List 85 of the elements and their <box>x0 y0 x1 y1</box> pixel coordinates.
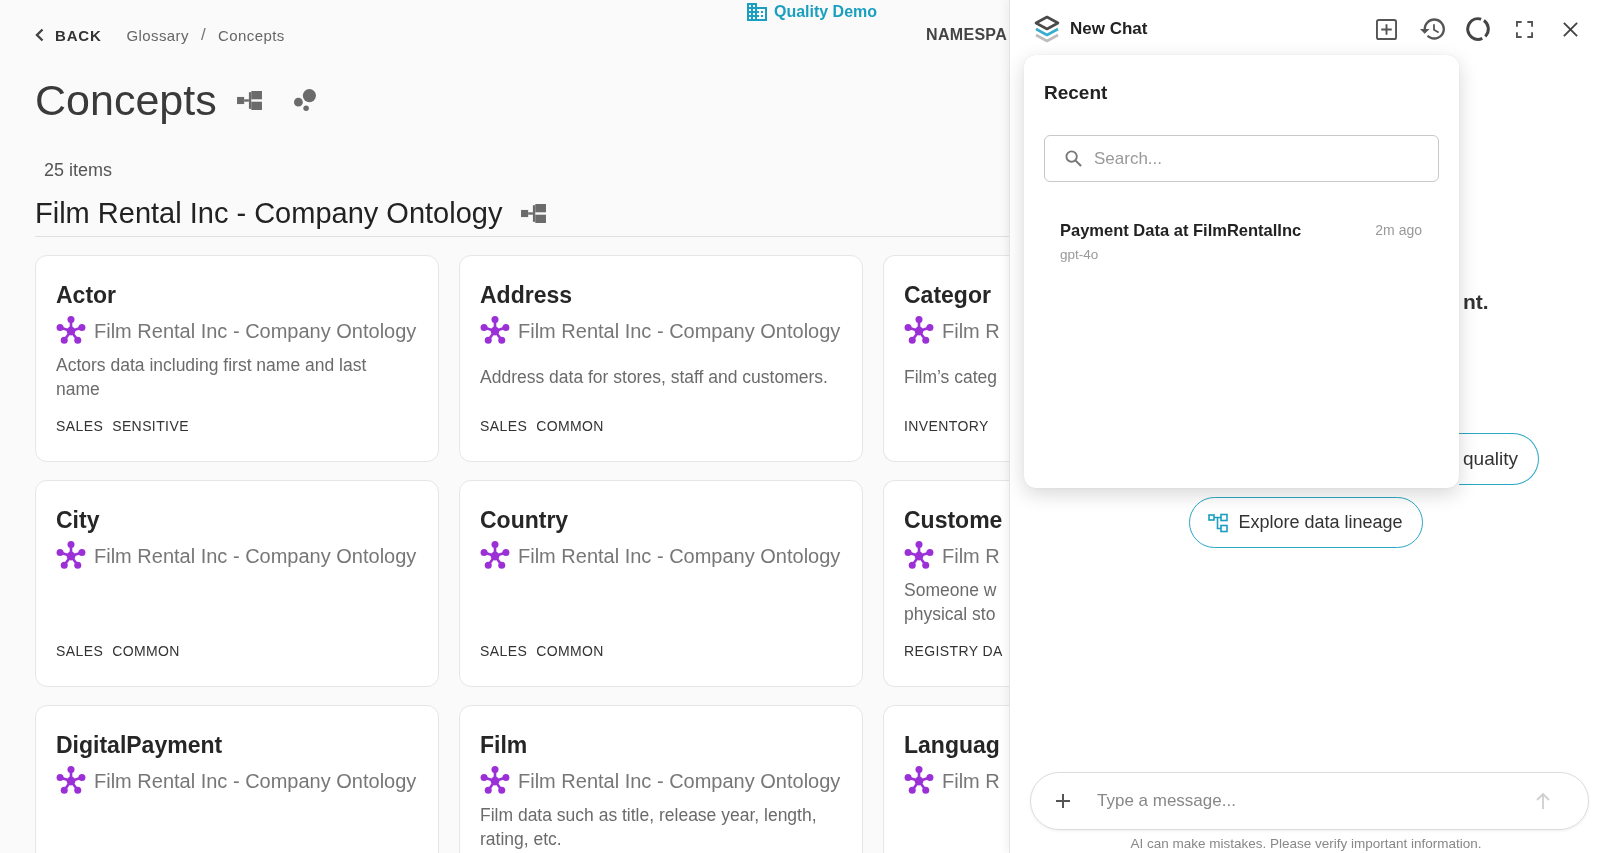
concept-title: Categor <box>904 281 991 310</box>
item-count: 25 items <box>43 159 113 182</box>
concept-title: City <box>56 506 100 535</box>
breadcrumb-link[interactable]: Concepts <box>218 26 285 44</box>
concept-card[interactable]: Custome Film R Someone w physical sto REGISTRY DA <box>883 480 1009 687</box>
chat-history-title[interactable]: Payment Data at FilmRentalInc <box>1060 219 1302 241</box>
disclaimer-text: AI can make mistakes. Please verify important information. <box>1130 835 1482 853</box>
namespace-button[interactable]: NAMESPA <box>926 26 1007 44</box>
lineage-icon <box>1208 512 1229 533</box>
concept-card[interactable]: Languag Film R <box>883 705 1009 853</box>
network-icon <box>904 316 934 346</box>
concept-description: Film’s categ <box>904 366 998 389</box>
concept-title: Country <box>480 506 569 535</box>
ontology-name: Film R <box>942 319 1000 343</box>
tag: COMMON <box>112 641 180 661</box>
search-icon <box>1065 150 1082 167</box>
ontology-name: Film Rental Inc - Company Ontology <box>94 319 417 343</box>
tag: SALES <box>56 641 104 661</box>
plus-square-icon[interactable] <box>1375 18 1397 40</box>
tag: INVENTORY <box>904 416 989 436</box>
suggestion-chip[interactable]: Explore data lineage <box>1189 497 1423 548</box>
suggestion-chip[interactable]: quality <box>1459 433 1539 485</box>
concept-card[interactable]: Country Film Rental Inc - Company Ontology SALES COMMON <box>459 480 863 687</box>
tag: COMMON <box>536 641 604 661</box>
popover-title: Recent <box>1044 81 1108 105</box>
network-icon <box>904 766 934 796</box>
breadcrumb-separator: / <box>200 25 207 45</box>
network-icon <box>904 541 934 571</box>
network-icon <box>56 541 86 571</box>
stacked-layers-icon <box>1034 15 1060 43</box>
tag: SALES <box>480 641 528 661</box>
concept-card[interactable]: Actor Film Rental Inc - Company Ontology Actors data including first name and last name SALES SENSITIVE <box>35 255 439 462</box>
network-icon <box>56 766 86 796</box>
concept-title: Address <box>480 281 573 310</box>
message-input[interactable]: Type a message... <box>1097 789 1515 813</box>
ontology-name: Film Rental Inc - Company Ontology <box>518 769 841 793</box>
ontology-name: Film Rental Inc - Company Ontology <box>518 544 841 568</box>
ontology-name: Film R <box>942 544 1000 568</box>
tag: SALES <box>56 416 104 436</box>
ontology-name: Film Rental Inc - Company Ontology <box>518 319 841 343</box>
chat-title: New Chat <box>1070 19 1148 39</box>
tag: SALES <box>480 416 528 436</box>
concept-title: Custome <box>904 506 1003 535</box>
model-label: gpt-4o <box>1060 246 1099 264</box>
concept-card[interactable]: Categor Film R Film’s categ INVENTORY <box>883 255 1009 462</box>
tag: SENSITIVE <box>112 416 189 436</box>
concept-title: Film <box>480 731 528 760</box>
concept-card[interactable]: DigitalPayment Film Rental Inc - Company Ontology <box>35 705 439 853</box>
network-icon <box>480 316 510 346</box>
tag: COMMON <box>536 416 604 436</box>
concept-card[interactable]: Address Film Rental Inc - Company Ontology Address data for stores, staff and customers. SALES COMMON <box>459 255 863 462</box>
close-icon[interactable] <box>1561 20 1579 38</box>
welcome-heading: nt. <box>1463 289 1489 315</box>
chevron-left-icon <box>35 28 44 42</box>
concept-title: DigitalPayment <box>56 731 223 760</box>
concept-title: Languag <box>904 731 1000 760</box>
concept-card[interactable]: City Film Rental Inc - Company Ontology SALES COMMON <box>35 480 439 687</box>
ontology-name: Film R <box>942 769 1000 793</box>
network-icon <box>480 766 510 796</box>
fullscreen-icon[interactable] <box>1515 20 1533 38</box>
breadcrumb-link[interactable]: Glossary <box>126 26 189 44</box>
search-input[interactable]: Search... <box>1094 148 1424 169</box>
building-icon <box>746 3 767 21</box>
plus-icon[interactable] <box>1055 793 1071 809</box>
ontology-title: Film Rental Inc - Company Ontology <box>35 196 503 231</box>
back-button[interactable]: BACK <box>35 26 102 44</box>
concept-description: Actors data including first name and last name <box>56 354 367 401</box>
timestamp: 2m ago <box>1375 222 1422 238</box>
bubbles-icon[interactable] <box>293 89 316 111</box>
search-field[interactable]: Search... <box>1044 135 1439 182</box>
concept-description: Film data such as title, release year, length, rating, etc. <box>480 804 817 851</box>
concept-description: Someone w physical sto <box>904 579 997 626</box>
concept-description: Address data for stores, staff and customers. <box>480 366 828 389</box>
page-title: Concepts <box>35 75 217 126</box>
ontology-name: Film Rental Inc - Company Ontology <box>94 544 417 568</box>
tag: REGISTRY DA <box>904 641 1003 661</box>
network-icon <box>480 541 510 571</box>
history-icon[interactable] <box>1419 18 1445 40</box>
ontology-name: Film Rental Inc - Company Ontology <box>94 769 417 793</box>
hierarchy-icon[interactable] <box>521 203 547 223</box>
hierarchy-icon[interactable] <box>236 90 262 110</box>
concept-card[interactable]: Film Film Rental Inc - Company Ontology Film data such as title, release year, length, rating, etc. <box>459 705 863 853</box>
network-icon <box>56 316 86 346</box>
ring-icon[interactable] <box>1466 17 1490 41</box>
concept-title: Actor <box>56 281 117 310</box>
